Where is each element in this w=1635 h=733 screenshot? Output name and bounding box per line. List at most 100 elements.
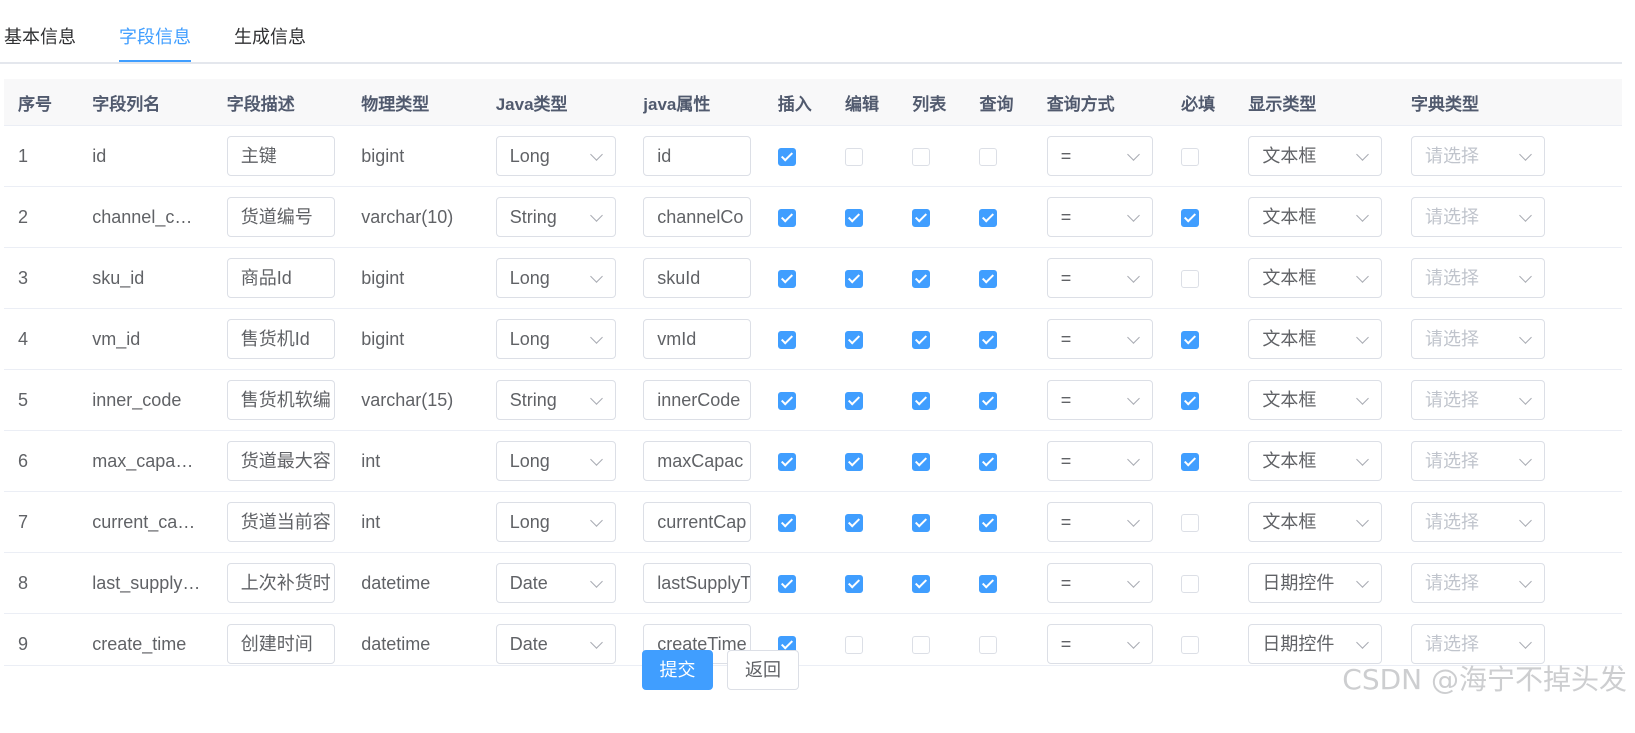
- query-checkbox[interactable]: [979, 391, 998, 410]
- edit-checkbox[interactable]: [844, 574, 863, 593]
- dict-type-select[interactable]: 请选择: [1411, 319, 1545, 359]
- query-type-select[interactable]: =: [1046, 380, 1153, 420]
- required-checkbox[interactable]: [1181, 635, 1200, 654]
- display-type-select[interactable]: 文本框: [1248, 502, 1383, 542]
- display-type-select[interactable]: 文本框: [1248, 136, 1383, 176]
- query-checkbox[interactable]: [979, 574, 998, 593]
- java-type-select[interactable]: String: [495, 197, 616, 237]
- dict-type-select[interactable]: 请选择: [1411, 136, 1545, 176]
- display-type-select[interactable]: 文本框: [1248, 258, 1383, 298]
- dict-type-select[interactable]: 请选择: [1411, 502, 1545, 542]
- dict-type-select[interactable]: 请选择: [1411, 380, 1545, 420]
- required-checkbox[interactable]: [1181, 452, 1200, 471]
- field-description-input[interactable]: 上次补货时: [226, 563, 335, 603]
- java-type-select[interactable]: Long: [495, 136, 616, 176]
- insert-checkbox[interactable]: [777, 147, 796, 166]
- dict-type-select[interactable]: 请选择: [1411, 258, 1545, 298]
- required-checkbox[interactable]: [1181, 391, 1200, 410]
- field-description-input[interactable]: 创建时间: [226, 624, 335, 664]
- insert-checkbox[interactable]: [777, 330, 796, 349]
- query-checkbox[interactable]: [979, 452, 998, 471]
- query-checkbox[interactable]: [979, 208, 998, 227]
- insert-checkbox[interactable]: [777, 513, 796, 532]
- list-checkbox[interactable]: [912, 391, 931, 410]
- field-description-input[interactable]: 货道编号: [226, 197, 335, 237]
- tab-generate-info[interactable]: 生成信息: [234, 24, 306, 60]
- query-type-select[interactable]: =: [1046, 319, 1153, 359]
- display-type-select[interactable]: 文本框: [1248, 197, 1383, 237]
- back-button[interactable]: 返回: [727, 650, 799, 690]
- field-description-input[interactable]: 货道当前容: [226, 502, 335, 542]
- edit-checkbox[interactable]: [844, 635, 863, 654]
- field-description-input[interactable]: 主键: [226, 136, 335, 176]
- java-property-input[interactable]: innerCode: [643, 380, 752, 420]
- display-type-select[interactable]: 文本框: [1248, 319, 1383, 359]
- list-checkbox[interactable]: [912, 208, 931, 227]
- java-type-select[interactable]: Date: [495, 624, 616, 664]
- edit-checkbox[interactable]: [844, 391, 863, 410]
- insert-checkbox[interactable]: [777, 452, 796, 471]
- insert-checkbox[interactable]: [777, 574, 796, 593]
- query-type-select[interactable]: =: [1046, 258, 1153, 298]
- tab-field-info[interactable]: 字段信息: [119, 24, 191, 62]
- field-description-input[interactable]: 售货机软编: [226, 380, 335, 420]
- required-checkbox[interactable]: [1181, 330, 1200, 349]
- java-property-input[interactable]: currentCap: [643, 502, 752, 542]
- list-checkbox[interactable]: [912, 635, 931, 654]
- java-type-select[interactable]: Long: [495, 258, 616, 298]
- query-type-select[interactable]: =: [1046, 441, 1153, 481]
- java-property-input[interactable]: channelCo: [643, 197, 752, 237]
- display-type-select[interactable]: 日期控件: [1248, 563, 1383, 603]
- edit-checkbox[interactable]: [844, 513, 863, 532]
- edit-checkbox[interactable]: [844, 330, 863, 349]
- field-description-input[interactable]: 货道最大容: [226, 441, 335, 481]
- list-checkbox[interactable]: [912, 513, 931, 532]
- list-checkbox[interactable]: [912, 147, 931, 166]
- required-checkbox[interactable]: [1181, 574, 1200, 593]
- dict-type-select[interactable]: 请选择: [1411, 197, 1545, 237]
- insert-checkbox[interactable]: [777, 208, 796, 227]
- required-checkbox[interactable]: [1181, 208, 1200, 227]
- java-type-select[interactable]: Date: [495, 563, 616, 603]
- insert-checkbox[interactable]: [777, 391, 796, 410]
- java-property-input[interactable]: vmId: [643, 319, 752, 359]
- java-type-select[interactable]: Long: [495, 441, 616, 481]
- query-type-select[interactable]: =: [1046, 136, 1153, 176]
- list-checkbox[interactable]: [912, 452, 931, 471]
- query-type-select[interactable]: =: [1046, 197, 1153, 237]
- required-checkbox[interactable]: [1181, 269, 1200, 288]
- display-type-select[interactable]: 文本框: [1248, 441, 1383, 481]
- list-checkbox[interactable]: [912, 330, 931, 349]
- java-property-input[interactable]: skuId: [643, 258, 752, 298]
- query-checkbox[interactable]: [979, 513, 998, 532]
- edit-checkbox[interactable]: [844, 147, 863, 166]
- field-description-input[interactable]: 商品Id: [226, 258, 335, 298]
- field-description-input[interactable]: 售货机Id: [226, 319, 335, 359]
- query-type-select[interactable]: =: [1046, 563, 1153, 603]
- query-checkbox[interactable]: [979, 330, 998, 349]
- required-checkbox[interactable]: [1181, 513, 1200, 532]
- query-checkbox[interactable]: [979, 635, 998, 654]
- java-type-select[interactable]: Long: [495, 502, 616, 542]
- edit-checkbox[interactable]: [844, 269, 863, 288]
- edit-checkbox[interactable]: [844, 208, 863, 227]
- java-property-input[interactable]: lastSupplyT: [643, 563, 752, 603]
- query-checkbox[interactable]: [979, 147, 998, 166]
- java-type-select[interactable]: String: [495, 380, 616, 420]
- java-property-input[interactable]: maxCapac: [643, 441, 752, 481]
- query-checkbox[interactable]: [979, 269, 998, 288]
- java-property-input[interactable]: id: [643, 136, 752, 176]
- insert-checkbox[interactable]: [777, 269, 796, 288]
- list-checkbox[interactable]: [912, 574, 931, 593]
- submit-button[interactable]: 提交: [642, 650, 713, 690]
- dict-type-select[interactable]: 请选择: [1411, 441, 1545, 481]
- tab-basic-info[interactable]: 基本信息: [4, 24, 76, 60]
- display-type-select[interactable]: 文本框: [1248, 380, 1383, 420]
- dict-type-select[interactable]: 请选择: [1411, 563, 1545, 603]
- edit-checkbox[interactable]: [844, 452, 863, 471]
- list-checkbox[interactable]: [912, 269, 931, 288]
- required-checkbox[interactable]: [1181, 147, 1200, 166]
- query-type-select[interactable]: =: [1046, 624, 1153, 664]
- query-type-select[interactable]: =: [1046, 502, 1153, 542]
- java-type-select[interactable]: Long: [495, 319, 616, 359]
